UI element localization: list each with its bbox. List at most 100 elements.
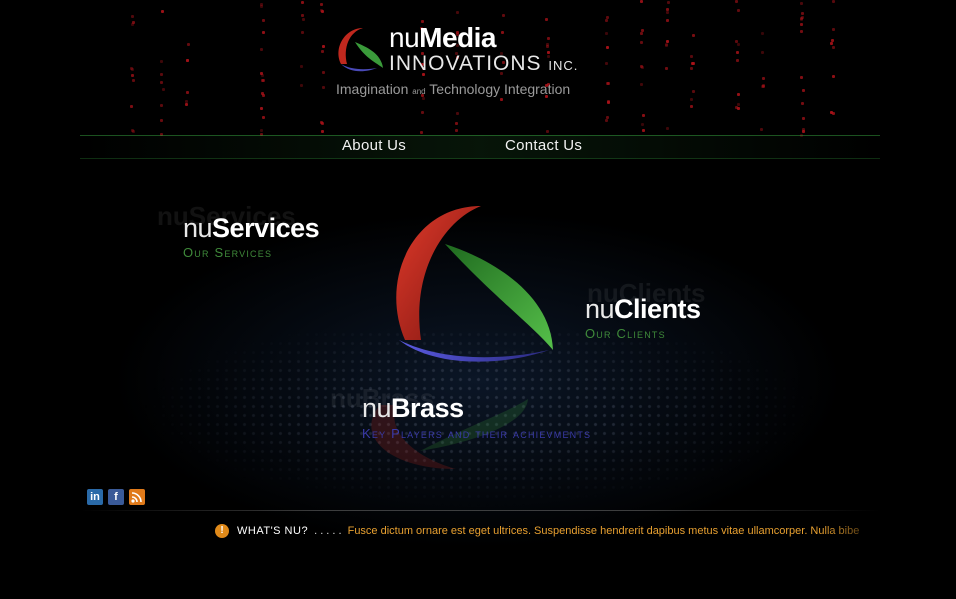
rain-dot: [665, 44, 668, 47]
rain-dot: [666, 19, 669, 22]
rain-dot: [301, 31, 304, 34]
rain-dot: [690, 55, 693, 58]
brass-word: Brass: [391, 393, 464, 423]
services-word: Services: [212, 213, 320, 243]
linkedin-label: in: [90, 491, 100, 503]
rain-dot: [666, 127, 669, 130]
ticker-text: Fusce dictum ornare est eget ultrices. S…: [347, 524, 860, 537]
brass-prefix: nu: [362, 393, 392, 423]
rain-dot: [665, 67, 668, 70]
rain-dot: [132, 79, 135, 82]
rain-dot: [131, 74, 134, 77]
news-ticker[interactable]: ! WHAT'S NU? . . . . . Fusce dictum ornare …: [215, 524, 890, 542]
rain-dot: [690, 105, 693, 108]
section-brass[interactable]: nuBrass nuBrass Key Players and their ac…: [330, 383, 630, 443]
rain-dot: [690, 98, 693, 101]
clients-title: nuClients: [585, 294, 701, 325]
rain-dot: [262, 94, 265, 97]
rain-dot: [160, 73, 163, 76]
rain-dot: [762, 77, 765, 80]
linkedin-icon[interactable]: in: [87, 489, 103, 505]
rain-dot: [455, 129, 458, 132]
tagline-and: and: [412, 87, 426, 96]
rain-dot: [160, 104, 163, 107]
rain-dot: [737, 103, 740, 106]
rain-dot: [761, 32, 764, 35]
nav-contact-us[interactable]: Contact Us: [505, 137, 582, 154]
section-clients[interactable]: nuClients nuClients Our Clients: [585, 278, 785, 346]
rain-dot: [640, 41, 643, 44]
rain-dot: [131, 23, 134, 26]
rain-dot: [692, 90, 695, 93]
brand-name: nuMedia: [389, 22, 497, 54]
brass-title: nuBrass: [362, 393, 464, 424]
rain-dot: [640, 65, 643, 68]
rain-dot: [737, 43, 740, 46]
rain-dot: [301, 1, 304, 4]
rain-dot: [420, 131, 423, 134]
rain-dot: [832, 28, 835, 31]
page-stage: nuMedia INNOVATIONS INC. Imagination and…: [0, 0, 956, 599]
clients-prefix: nu: [585, 294, 615, 324]
brand-nu: nu: [389, 22, 420, 53]
rain-dot: [735, 40, 738, 43]
rain-dot: [832, 112, 835, 115]
rain-dot: [131, 129, 134, 132]
ticker-dots: . . . . .: [314, 524, 342, 537]
clients-subtitle: Our Clients: [585, 326, 666, 341]
rain-dot: [545, 18, 548, 21]
rain-dot: [262, 19, 265, 22]
rain-dot: [640, 0, 643, 3]
rain-dot: [737, 93, 740, 96]
rain-dot: [831, 39, 834, 42]
rain-dot: [666, 11, 669, 14]
rain-dot: [262, 116, 265, 119]
rain-dot: [691, 62, 694, 65]
rain-dot: [130, 67, 133, 70]
facebook-icon[interactable]: f: [108, 489, 124, 505]
rain-dot: [642, 129, 645, 132]
rain-dot: [131, 15, 134, 18]
site-logo[interactable]: nuMedia INNOVATIONS INC. Imagination and…: [333, 22, 623, 104]
rain-dot: [186, 91, 189, 94]
rain-dot: [546, 130, 549, 133]
rain-dot: [421, 111, 424, 114]
rain-dot: [260, 107, 263, 110]
rain-dot: [455, 122, 458, 125]
rain-dot: [160, 81, 163, 84]
rain-dot: [760, 128, 763, 131]
rain-dot: [800, 76, 803, 79]
rain-dot: [737, 9, 740, 12]
rss-icon[interactable]: [129, 489, 145, 505]
rain-dot: [456, 11, 459, 14]
rain-dot: [802, 117, 805, 120]
rain-dot: [832, 75, 835, 78]
tagline-right: Technology Integration: [429, 81, 571, 97]
section-services[interactable]: nuServices nuServices Our Services: [157, 201, 397, 263]
rain-dot: [761, 51, 764, 54]
brand-innovations: INNOVATIONS INC.: [389, 52, 578, 76]
rain-dot: [321, 50, 324, 53]
rain-dot: [762, 85, 765, 88]
rain-dot: [605, 19, 608, 22]
rain-dot: [320, 3, 323, 6]
rain-dot: [260, 48, 263, 51]
clients-word: Clients: [614, 294, 701, 324]
rain-dot: [802, 130, 805, 133]
logo-emblem-icon: [338, 28, 383, 72]
nav-about-us[interactable]: About Us: [342, 137, 406, 154]
rain-dot: [737, 107, 740, 110]
rss-glyph-icon: [131, 492, 142, 503]
rain-dot: [322, 86, 325, 89]
rain-dot: [262, 31, 265, 34]
rain-dot: [260, 5, 263, 8]
services-prefix: nu: [183, 213, 213, 243]
rain-dot: [322, 45, 325, 48]
tagline-left: Imagination: [336, 81, 409, 97]
rain-dot: [185, 103, 188, 106]
rain-dot: [321, 130, 324, 133]
brand-innovations-text: INNOVATIONS: [389, 52, 542, 75]
rain-dot: [160, 60, 163, 63]
services-subtitle: Our Services: [183, 245, 273, 260]
rain-dot: [160, 119, 163, 122]
